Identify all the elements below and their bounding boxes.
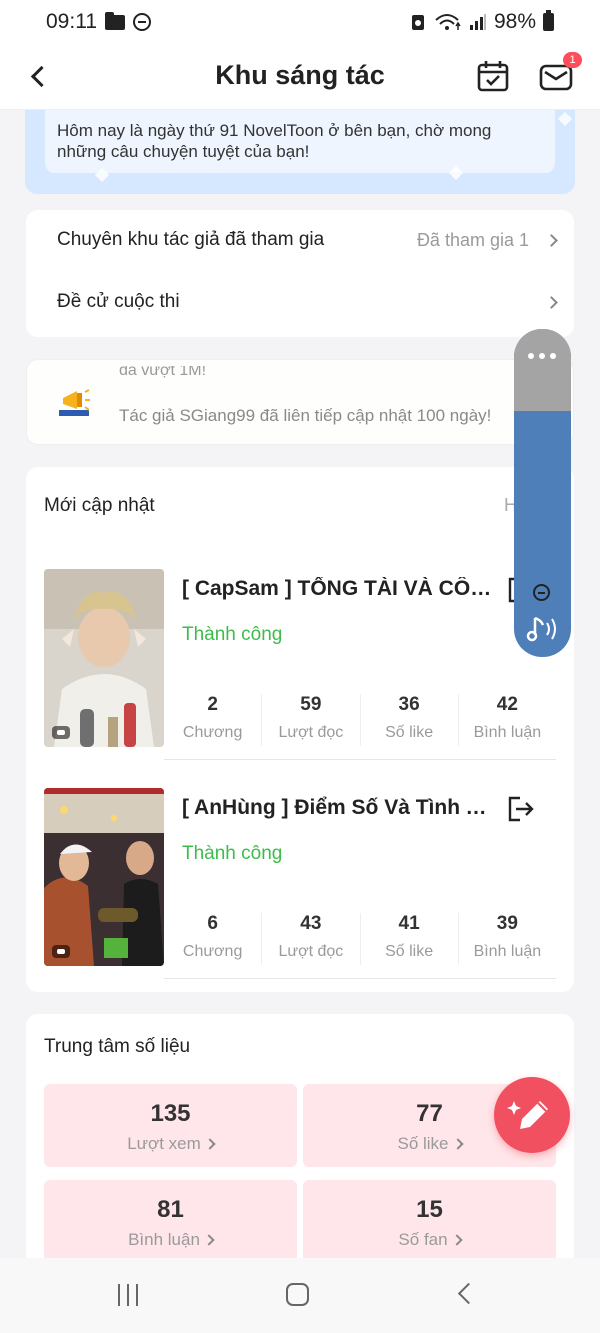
stat-comments: 42 Bình luận (457, 694, 556, 746)
book-cover[interactable] (44, 569, 164, 747)
chevron-right-icon (450, 1234, 463, 1246)
book-cover[interactable] (44, 788, 164, 966)
audio-note-icon[interactable] (525, 613, 561, 645)
link-label: Chuyên khu tác giả đã tham gia (57, 229, 325, 250)
pencil-icon (507, 1101, 548, 1129)
app-header: Khu sáng tác (0, 44, 600, 110)
recent-apps-button[interactable] (118, 1284, 138, 1306)
folder-icon (105, 11, 125, 30)
write-button[interactable] (494, 1077, 570, 1153)
views-tile[interactable]: 135 Lượt xem (44, 1084, 297, 1167)
system-back-button[interactable] (457, 1282, 480, 1305)
stat-reads: 59 Lượt đọc (261, 694, 359, 746)
floating-audio-panel[interactable] (514, 329, 571, 657)
section-title: Mới cập nhật (44, 495, 155, 516)
section-title: Trung tâm số liệu (44, 1036, 191, 1057)
more-icon[interactable] (528, 353, 556, 359)
fans-tile[interactable]: 15 Số fan (303, 1180, 556, 1258)
recent-updates-card: Mới cập nhật H [ CapSam ] TỔNG TÀI VÀ CÔ… (26, 467, 574, 992)
status-bar: 09:11 98% (0, 0, 600, 44)
battery-percent: 98% (493, 10, 536, 33)
megaphone-icon (59, 389, 90, 416)
stat-reads: 43 Lượt đọc (261, 913, 359, 965)
do-not-disturb-icon (133, 13, 151, 31)
recycle-icon (411, 15, 424, 30)
banner-text: Hôm nay là ngày thứ 91 NovelToon ở bên b… (45, 110, 555, 173)
page-title: Khu sáng tác (215, 60, 385, 90)
divider (164, 978, 556, 979)
stat-likes: 36 Số like (359, 694, 458, 746)
welcome-banner: Hôm nay là ngày thứ 91 NovelToon ở bên b… (25, 110, 575, 194)
panel-handle[interactable] (514, 329, 571, 411)
link-value: Đã tham gia 1 (416, 229, 529, 250)
previous-announcement: đã vượt 1M! (119, 366, 207, 379)
minimize-icon[interactable] (533, 584, 550, 601)
stat-chapters: 6 Chương (182, 913, 243, 960)
sparkle-icon (557, 111, 573, 127)
wifi-icon (435, 14, 461, 30)
mail-badge: 1 (563, 52, 582, 68)
links-card: Chuyên khu tác giả đã tham gia Đã tham g… (26, 210, 574, 337)
stat-comments: 39 Bình luận (457, 913, 556, 965)
chevron-right-icon (545, 233, 558, 247)
link-label: Đề cử cuộc thi (57, 291, 180, 312)
calendar-check-icon[interactable] (476, 59, 510, 93)
joined-author-zone-row[interactable]: Chuyên khu tác giả đã tham gia Đã tham g… (57, 229, 558, 251)
announcement-card[interactable]: đã vượt 1M! Tác giả SGiang99 đã liên tiế… (26, 359, 574, 445)
book-title[interactable]: [ CapSam ] TỔNG TÀI VÀ CÔ VỢ NHỎ (182, 577, 492, 601)
system-nav-bar (0, 1258, 600, 1333)
comment-badge-icon (52, 726, 70, 739)
chevron-right-icon (451, 1138, 464, 1150)
chevron-right-icon (203, 1234, 215, 1246)
stat-chapters: 2 Chương (182, 694, 243, 741)
status-time: 09:11 (46, 10, 97, 33)
book-title[interactable]: [ AnHùng ] Điểm Số Và Tình Yêu (182, 796, 492, 820)
battery-icon (543, 10, 554, 31)
exit-icon[interactable] (506, 794, 536, 824)
book-status: Thành công (182, 843, 283, 864)
book-stats: 6 Chương 43 Lượt đọc 41 Số like 39 Bình … (164, 913, 556, 965)
stat-likes: 41 Số like (359, 913, 458, 965)
book-stats: 2 Chương 59 Lượt đọc 36 Số like 42 Bình … (164, 694, 556, 746)
book-item[interactable]: [ CapSam ] TỔNG TÀI VÀ CÔ VỢ NHỎ Thành c… (44, 569, 556, 749)
book-item[interactable]: [ AnHùng ] Điểm Số Và Tình Yêu Thành côn… (44, 788, 556, 968)
contest-nomination-row[interactable]: Đề cử cuộc thi (57, 291, 558, 313)
comments-tile[interactable]: 81 Bình luận (44, 1180, 297, 1258)
home-button[interactable] (286, 1283, 309, 1306)
data-center-card: Trung tâm số liệu 135 Lượt xem 77 Số lik… (26, 1014, 574, 1258)
comment-badge-icon (52, 945, 70, 958)
divider (164, 759, 556, 760)
book-status: Thành công (182, 624, 283, 645)
chevron-right-icon (545, 295, 558, 309)
signal-icon (469, 14, 486, 30)
announcement-text: Tác giả SGiang99 đã liên tiếp cập nhật 1… (119, 406, 492, 425)
chevron-right-icon (204, 1138, 216, 1150)
